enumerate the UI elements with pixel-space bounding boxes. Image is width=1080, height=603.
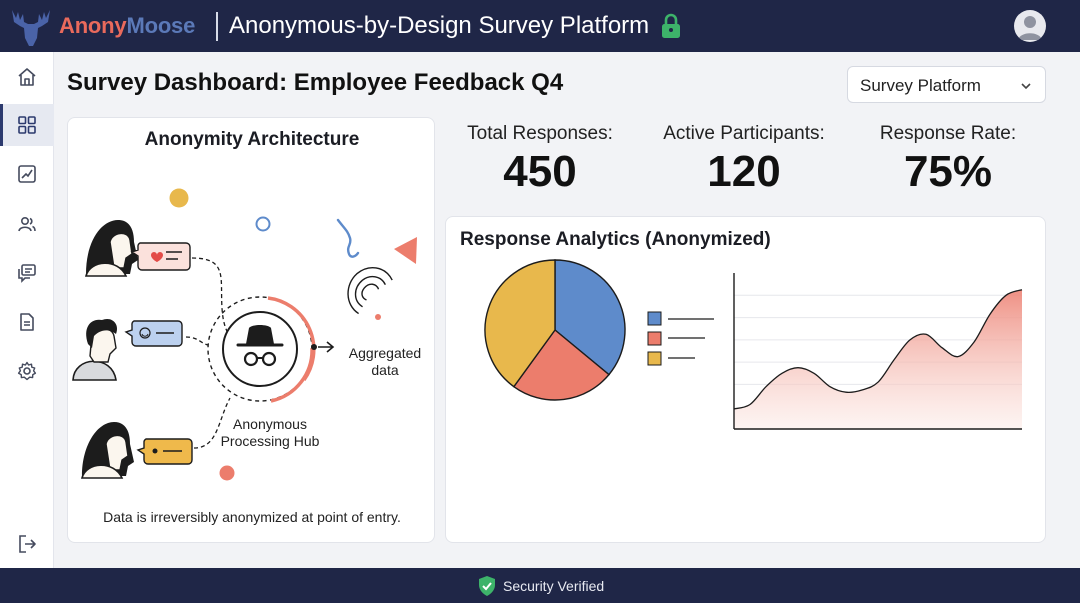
footer-bar: Security Verified	[0, 568, 1080, 603]
stat-label: Total Responses:	[467, 123, 613, 144]
legend-swatch-coral	[647, 331, 662, 346]
shield-check-icon	[479, 576, 495, 596]
legend-swatch-yellow	[647, 351, 662, 366]
platform-select[interactable]: Survey Platform	[847, 66, 1046, 103]
title-divider	[216, 12, 218, 41]
participant-3-icon	[80, 422, 134, 479]
sidebar-item-settings[interactable]	[0, 350, 54, 392]
home-icon	[18, 68, 36, 86]
message-smile-icon	[124, 320, 183, 347]
user-avatar-icon[interactable]	[1014, 10, 1046, 42]
settings-gear-icon	[17, 361, 37, 381]
anonymous-hub-icon	[207, 296, 316, 403]
signal-waves-icon	[347, 267, 393, 320]
message-yellow-icon	[136, 438, 193, 465]
area-fill	[734, 289, 1022, 429]
participant-1-icon	[84, 220, 138, 277]
chevron-down-icon	[1021, 83, 1031, 90]
decor-dot-yellow	[169, 188, 189, 208]
response-analytics-card: Response Analytics (Anonymized)	[445, 216, 1046, 543]
architecture-illustration	[72, 188, 417, 481]
architecture-caption: Data is irreversibly anonymized at point…	[103, 509, 401, 525]
security-status: Security Verified	[503, 578, 605, 594]
platform-select-value: Survey Platform	[860, 76, 981, 95]
sidebar-item-logout[interactable]	[0, 523, 54, 565]
analytics-title: Response Analytics (Anonymized)	[460, 229, 771, 250]
hub-label: Anonymous Processing Hub	[220, 416, 320, 449]
sidebar-item-dashboard[interactable]	[0, 104, 54, 146]
stat-value: 450	[503, 147, 577, 196]
sidebar-item-feedback[interactable]	[0, 252, 54, 294]
logout-icon	[19, 535, 36, 553]
message-heart-icon	[130, 242, 191, 271]
anonymity-architecture-card: Anonymity Architecture Anonymous Process…	[67, 117, 435, 543]
page-title: Survey Dashboard: Employee Feedback Q4	[67, 69, 564, 96]
legend-swatch-blue	[647, 311, 662, 326]
connector-1	[191, 257, 235, 341]
decor-dot-coral	[219, 465, 235, 481]
stat-value: 120	[707, 147, 781, 196]
sidebar	[0, 52, 54, 568]
top-bar: AnonyMoose Anonymous-by-Design Survey Pl…	[0, 0, 1080, 52]
decor-ring-blue	[255, 216, 271, 232]
sidebar-item-analytics[interactable]	[0, 153, 54, 195]
analytics-charts	[484, 259, 1023, 430]
stat-label: Response Rate:	[879, 123, 1017, 144]
participant-2-icon	[72, 318, 118, 381]
brand-part-2: Moose	[126, 13, 196, 38]
sidebar-item-documents[interactable]	[0, 301, 54, 343]
app-title: Anonymous-by-Design Survey Platform	[229, 12, 650, 39]
document-icon	[20, 313, 34, 331]
avatar-silhouette-icon	[1018, 16, 1042, 40]
feedback-messages-icon	[18, 264, 36, 283]
stat-total-responses: Total Responses: 450	[440, 123, 640, 197]
dashboard-grid-icon	[18, 116, 36, 134]
moose-logo-icon	[12, 10, 50, 46]
brand-part-1: Anony	[59, 13, 127, 38]
stat-response-rate: Response Rate: 75%	[848, 123, 1048, 197]
stat-active-participants: Active Participants: 120	[644, 123, 844, 197]
pie-legend	[647, 311, 714, 366]
users-icon	[18, 216, 36, 232]
analytics-chart-icon	[18, 165, 36, 183]
decor-squiggle	[336, 218, 360, 258]
architecture-title: Anonymity Architecture	[144, 129, 360, 150]
pie-chart	[484, 259, 626, 401]
stat-value: 75%	[903, 147, 993, 196]
brand-name[interactable]: AnonyMoose	[59, 13, 195, 39]
sidebar-item-users[interactable]	[0, 203, 54, 245]
stat-label: Active Participants:	[663, 123, 825, 144]
lock-icon	[662, 13, 680, 38]
sidebar-item-home[interactable]	[0, 56, 54, 98]
aggregated-data-label: Aggregated data	[348, 345, 422, 378]
decor-triangle	[394, 237, 417, 264]
area-chart	[733, 273, 1023, 430]
connector-2	[185, 336, 209, 346]
